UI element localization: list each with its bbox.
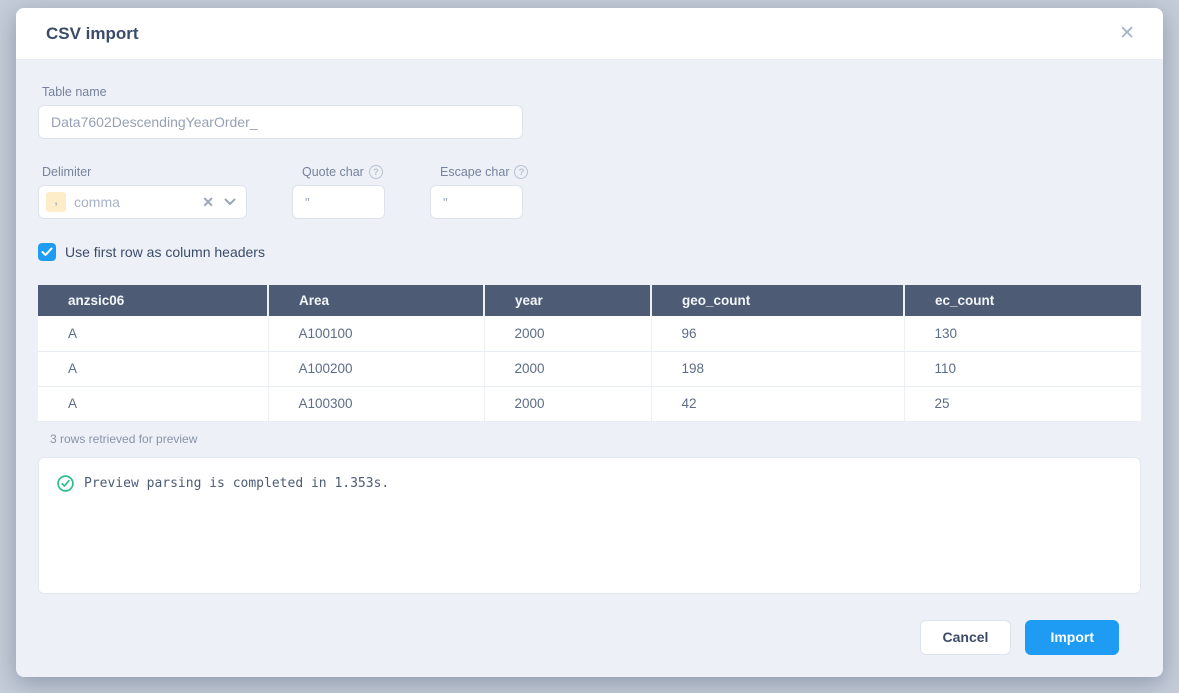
dialog-body: Table name Delimiter , comma ✕	[16, 60, 1163, 677]
dialog-footer: Cancel Import	[38, 620, 1141, 655]
table-cell: 25	[904, 386, 1141, 421]
first-row-headers-label: Use first row as column headers	[65, 244, 265, 260]
quote-char-label: Quote char ?	[302, 165, 385, 179]
quote-char-field: Quote char ?	[292, 165, 385, 219]
column-header: geo_count	[651, 285, 904, 316]
escape-char-field: Escape char ?	[430, 165, 528, 219]
quote-char-label-text: Quote char	[302, 165, 364, 179]
preview-table: anzsic06Areayeargeo_countec_count AA1001…	[38, 285, 1141, 422]
table-name-label: Table name	[42, 85, 1141, 99]
check-circle-icon	[57, 475, 74, 492]
table-name-field: Table name	[38, 85, 1141, 139]
table-row: AA100100200096130	[38, 316, 1141, 351]
table-row: AA10030020004225	[38, 386, 1141, 421]
delimiter-selected-value: comma	[74, 194, 202, 210]
cancel-button[interactable]: Cancel	[920, 620, 1012, 655]
escape-char-label-text: Escape char	[440, 165, 509, 179]
table-cell: 2000	[484, 316, 651, 351]
column-header: ec_count	[904, 285, 1141, 316]
status-message: Preview parsing is completed in 1.353s.	[84, 476, 389, 491]
table-cell: A100300	[268, 386, 484, 421]
table-cell: 96	[651, 316, 904, 351]
table-cell: A	[38, 316, 268, 351]
checkbox-checked-icon[interactable]	[38, 243, 56, 261]
preview-footnote: 3 rows retrieved for preview	[50, 432, 1141, 446]
dialog-header: CSV import ✕	[16, 8, 1163, 60]
delimiter-field: Delimiter , comma ✕	[38, 165, 247, 219]
table-cell: 2000	[484, 386, 651, 421]
help-icon[interactable]: ?	[514, 165, 528, 179]
table-row: AA1002002000198110	[38, 351, 1141, 386]
close-icon[interactable]: ✕	[1115, 20, 1139, 47]
escape-char-label: Escape char ?	[440, 165, 528, 179]
column-header: Area	[268, 285, 484, 316]
delimiter-label: Delimiter	[42, 165, 247, 179]
table-cell: 198	[651, 351, 904, 386]
chevron-down-icon[interactable]	[224, 193, 236, 211]
first-row-headers-checkbox-row[interactable]: Use first row as column headers	[38, 243, 1141, 261]
column-header: anzsic06	[38, 285, 268, 316]
quote-char-input[interactable]	[292, 185, 385, 219]
parse-options-row: Delimiter , comma ✕ Quote char ?	[38, 165, 1141, 219]
csv-import-dialog: CSV import ✕ Table name Delimiter , comm…	[16, 8, 1163, 677]
column-header: year	[484, 285, 651, 316]
preview-header-row: anzsic06Areayeargeo_countec_count	[38, 285, 1141, 316]
delimiter-char-chip: ,	[46, 192, 66, 212]
status-line: Preview parsing is completed in 1.353s.	[57, 475, 1122, 492]
table-cell: A100100	[268, 316, 484, 351]
table-cell: A100200	[268, 351, 484, 386]
table-cell: 42	[651, 386, 904, 421]
help-icon[interactable]: ?	[369, 165, 383, 179]
table-cell: A	[38, 386, 268, 421]
page-overlay: CSV import ✕ Table name Delimiter , comm…	[0, 0, 1179, 693]
status-box: Preview parsing is completed in 1.353s.	[38, 457, 1141, 594]
import-button[interactable]: Import	[1025, 620, 1119, 655]
escape-char-input[interactable]	[430, 185, 523, 219]
table-name-input[interactable]	[38, 105, 523, 139]
table-cell: 110	[904, 351, 1141, 386]
dialog-title: CSV import	[46, 24, 139, 44]
table-cell: 2000	[484, 351, 651, 386]
preview-table-body: AA100100200096130AA1002002000198110AA100…	[38, 316, 1141, 421]
clear-icon[interactable]: ✕	[202, 194, 214, 211]
delimiter-select[interactable]: , comma ✕	[38, 185, 247, 219]
table-cell: A	[38, 351, 268, 386]
table-cell: 130	[904, 316, 1141, 351]
